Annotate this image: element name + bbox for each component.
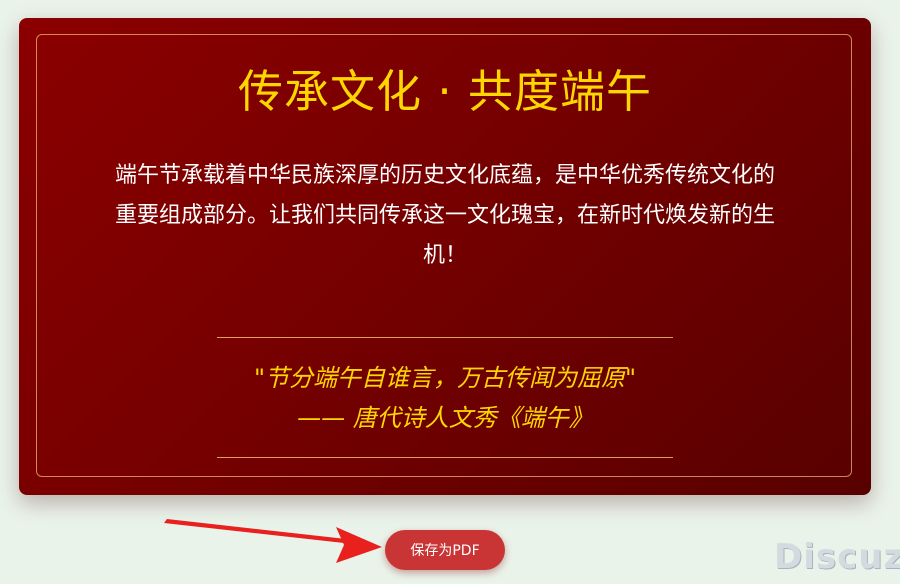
card-description: 端午节承载着中华民族深厚的历史文化底蕴，是中华优秀传统文化的重要组成部分。让我们… xyxy=(115,163,776,268)
red-arrow-annotation xyxy=(164,519,382,563)
culture-card: 传承文化 · 共度端午 端午节承载着中华民族深厚的历史文化底蕴，是中华优秀传统文… xyxy=(19,18,871,495)
save-pdf-button[interactable]: 保存为PDF xyxy=(385,530,505,570)
quote-divider-top xyxy=(217,337,673,338)
card-title: 传承文化 · 共度端午 xyxy=(238,65,652,118)
discuz-watermark: Discuz! xyxy=(774,537,900,577)
page: 传承文化 · 共度端午 端午节承载着中华民族深厚的历史文化底蕴，是中华优秀传统文… xyxy=(0,0,900,584)
quote-divider-bottom xyxy=(217,457,673,458)
quote-text: "节分端午自谁言，万古传闻为屈原" xyxy=(253,364,637,392)
quote-attribution: —— 唐代诗人文秀《端午》 xyxy=(297,404,593,432)
